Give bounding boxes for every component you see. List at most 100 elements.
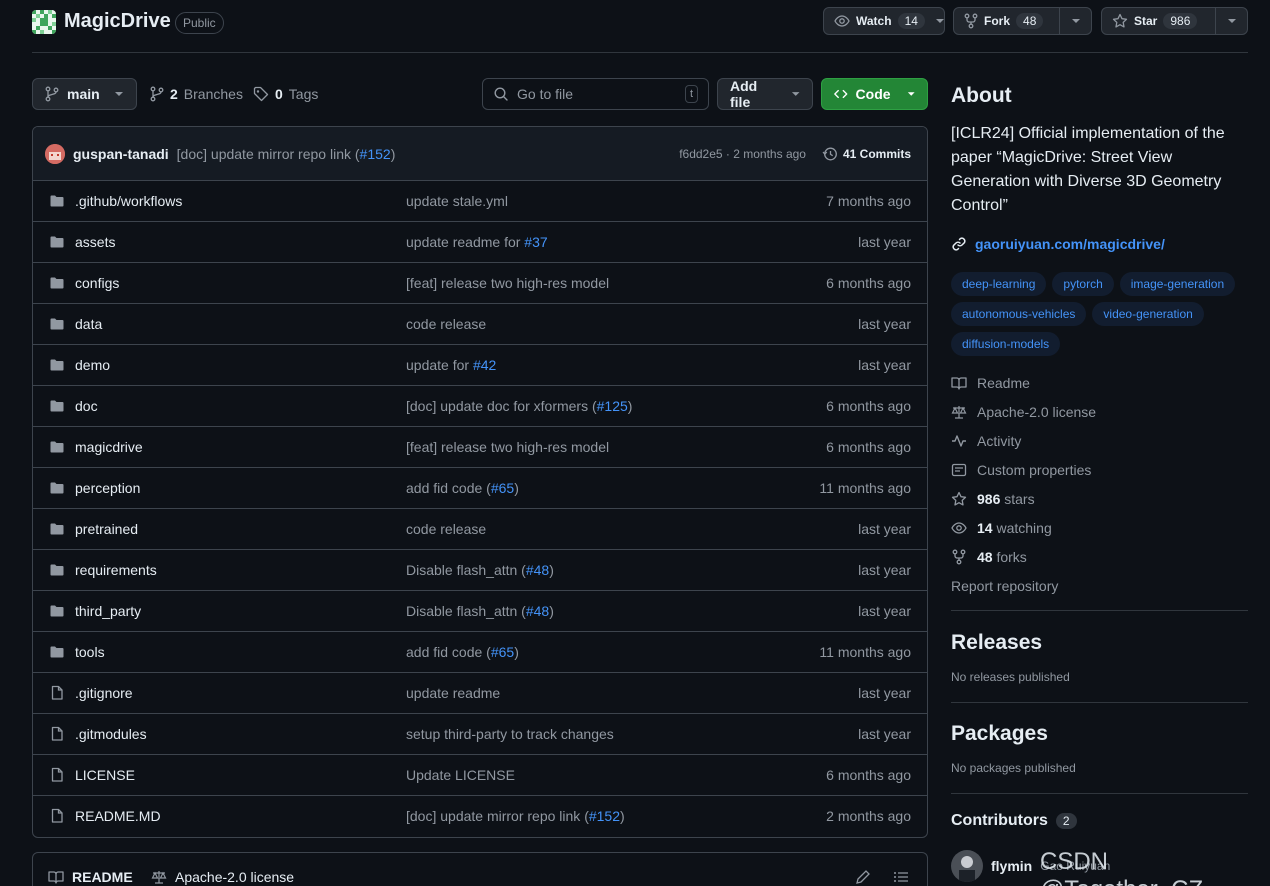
commit-date: 6 months ago [826, 275, 911, 291]
commit-message-link[interactable]: add fid code (#65) [406, 480, 519, 496]
table-row[interactable]: .gitignore update readme last year [33, 673, 927, 714]
file-name-link[interactable]: tools [75, 644, 105, 660]
chevron-down-icon [791, 92, 800, 96]
table-row[interactable]: configs [feat] release two high-res model… [33, 263, 927, 304]
file-name-link[interactable]: assets [75, 234, 115, 250]
table-row[interactable]: demo update for #42 last year [33, 345, 927, 386]
commit-message-link[interactable]: code release [406, 521, 486, 537]
table-row[interactable]: LICENSE Update LICENSE 6 months ago [33, 755, 927, 796]
releases-heading[interactable]: Releases [951, 631, 1248, 655]
file-name-link[interactable]: third_party [75, 603, 141, 619]
commits-link[interactable]: 41 Commits [822, 146, 911, 162]
edit-pencil-icon[interactable] [855, 869, 871, 885]
chevron-down-icon[interactable] [1215, 8, 1247, 34]
topic-tag[interactable]: video-generation [1092, 302, 1204, 326]
tab-license[interactable]: Apache-2.0 license [151, 869, 294, 885]
tab-readme[interactable]: README [48, 869, 133, 885]
file-name-link[interactable]: requirements [75, 562, 157, 578]
commit-message-link[interactable]: [doc] update mirror repo link (#152) [177, 146, 396, 162]
file-name-link[interactable]: perception [75, 480, 140, 496]
commit-message-link[interactable]: Update LICENSE [406, 767, 515, 783]
commit-message-link[interactable]: update readme [406, 685, 500, 701]
commit-message-link[interactable]: update readme for #37 [406, 234, 548, 250]
commit-message-link[interactable]: [feat] release two high-res model [406, 439, 609, 455]
commit-message-link[interactable]: add fid code (#65) [406, 644, 519, 660]
repo-name-link[interactable]: MagicDrive [64, 10, 171, 33]
file-name-link[interactable]: LICENSE [75, 767, 135, 783]
commit-message-link[interactable]: setup third-party to track changes [406, 726, 614, 742]
branch-selector[interactable]: main [32, 78, 137, 110]
fork-button[interactable]: Fork 48 [953, 7, 1092, 35]
folder-icon [49, 644, 65, 660]
file-table: guspan-tanadi [doc] update mirror repo l… [32, 126, 928, 838]
code-button[interactable]: Code [821, 78, 928, 110]
packages-heading[interactable]: Packages [951, 722, 1248, 746]
file-name-link[interactable]: data [75, 316, 102, 332]
topic-tag[interactable]: pytorch [1052, 272, 1114, 296]
table-row[interactable]: .github/workflows update stale.yml 7 month… [33, 181, 927, 222]
go-to-file-search[interactable]: Go to file t [482, 78, 709, 110]
watching-link[interactable]: 14 watching [951, 513, 1248, 542]
file-name-link[interactable]: pretrained [75, 521, 138, 537]
table-row[interactable]: tools add fid code (#65) 11 months ago [33, 632, 927, 673]
table-row[interactable]: magicdrive [feat] release two high-res mo… [33, 427, 927, 468]
chevron-down-icon[interactable] [1059, 8, 1091, 34]
table-row[interactable]: doc [doc] update doc for xformers (#125) 6… [33, 386, 927, 427]
search-placeholder: Go to file [517, 86, 574, 102]
topic-tag[interactable]: autonomous-vehicles [951, 302, 1087, 326]
file-name-link[interactable]: README.MD [75, 808, 161, 824]
table-row[interactable]: README.MD [doc] update mirror repo link (… [33, 796, 927, 837]
contributors-count: 2 [1055, 813, 1077, 829]
commit-message-link[interactable]: Disable flash_attn (#48) [406, 562, 554, 578]
branches-link[interactable]: 2 Branches [150, 86, 243, 102]
file-name-link[interactable]: .gitmodules [75, 726, 147, 742]
report-repository-link[interactable]: Report repository [951, 571, 1248, 600]
contributors-header: Contributors 2 [951, 812, 1248, 830]
outline-list-icon[interactable] [893, 869, 909, 885]
avatar[interactable] [951, 850, 983, 882]
table-row[interactable]: requirements Disable flash_attn (#48) last… [33, 550, 927, 591]
commit-message-link[interactable]: update stale.yml [406, 193, 508, 209]
commit-message-link[interactable]: update for #42 [406, 357, 496, 373]
topic-tag[interactable]: diffusion-models [951, 332, 1061, 356]
folder-icon [49, 521, 65, 537]
stars-link[interactable]: 986 stars [951, 484, 1248, 513]
file-name-link[interactable]: .github/workflows [75, 193, 182, 209]
add-file-button[interactable]: Add file [717, 78, 813, 110]
repo-avatar-icon[interactable] [32, 10, 56, 34]
table-row[interactable]: third_party Disable flash_attn (#48) last … [33, 591, 927, 632]
table-row[interactable]: .gitmodules setup third-party to track ch… [33, 714, 927, 755]
file-name-link[interactable]: doc [75, 398, 98, 414]
topic-tag[interactable]: image-generation [1119, 272, 1236, 296]
commit-message-link[interactable]: Disable flash_attn (#48) [406, 603, 554, 619]
table-row[interactable]: pretrained code release last year [33, 509, 927, 550]
commit-message-link[interactable]: [doc] update doc for xformers (#125) [406, 398, 632, 414]
commit-message-link[interactable]: [feat] release two high-res model [406, 275, 609, 291]
table-row[interactable]: assets update readme for #37 last year [33, 222, 927, 263]
table-row[interactable]: data code release last year [33, 304, 927, 345]
contributors-heading[interactable]: Contributors [951, 812, 1048, 830]
commit-author-link[interactable]: guspan-tanadi [73, 146, 169, 162]
commit-message-link[interactable]: code release [406, 316, 486, 332]
custom-properties-link[interactable]: Custom properties [951, 455, 1248, 484]
commit-sha-time[interactable]: f6dd2e5 · 2 months ago [679, 147, 806, 161]
tags-link[interactable]: 0 Tags [253, 86, 318, 102]
file-name-link[interactable]: .gitignore [75, 685, 133, 701]
file-name-link[interactable]: configs [75, 275, 119, 291]
activity-link[interactable]: Activity [951, 426, 1248, 455]
commit-message-link[interactable]: [doc] update mirror repo link (#152) [406, 808, 625, 824]
file-name-link[interactable]: demo [75, 357, 110, 373]
readme-link[interactable]: Readme [951, 368, 1248, 397]
watch-button[interactable]: Watch 14 [823, 7, 945, 35]
topic-tag[interactable]: deep-learning [951, 272, 1047, 296]
forks-link[interactable]: 48 forks [951, 542, 1248, 571]
homepage-link[interactable]: gaoruiyuan.com/magicdrive/ [951, 236, 1248, 252]
contributor-login[interactable]: flymin [991, 858, 1032, 874]
divider [951, 793, 1248, 794]
chevron-down-icon[interactable] [935, 8, 945, 34]
avatar[interactable] [45, 143, 65, 164]
table-row[interactable]: perception add fid code (#65) 11 months ag… [33, 468, 927, 509]
file-name-link[interactable]: magicdrive [75, 439, 143, 455]
star-button[interactable]: Star 986 [1101, 7, 1248, 35]
license-link[interactable]: Apache-2.0 license [951, 397, 1248, 426]
